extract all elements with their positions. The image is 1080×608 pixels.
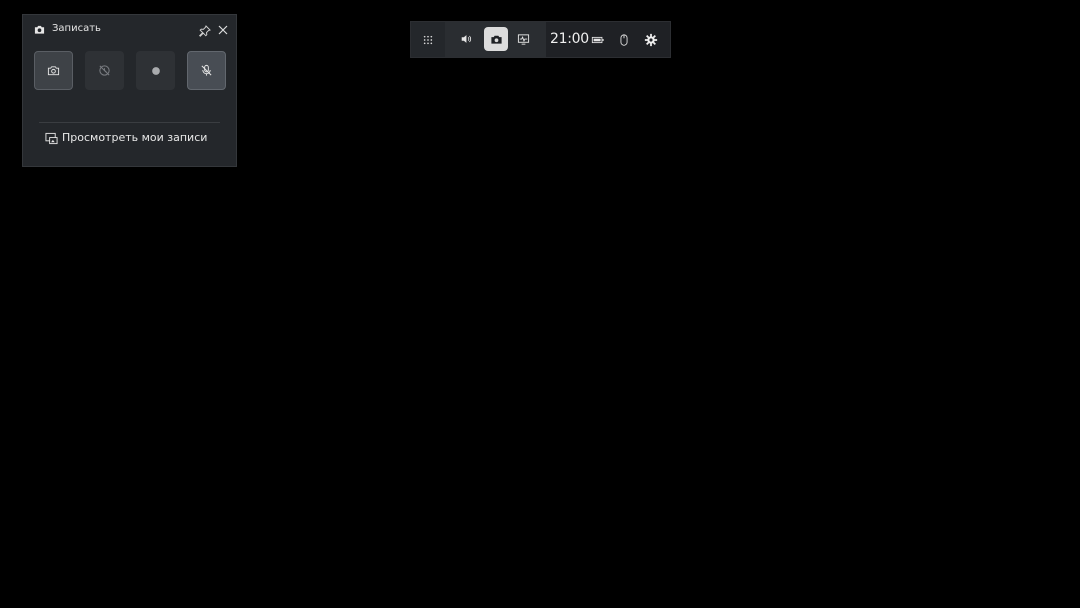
record-dot-icon bbox=[151, 66, 160, 75]
view-my-captures-label: Просмотреть мои записи bbox=[62, 131, 208, 144]
battery-icon bbox=[591, 36, 604, 44]
widget-title: Записать bbox=[52, 23, 101, 34]
pin-button[interactable] bbox=[198, 23, 212, 37]
close-icon bbox=[218, 25, 228, 35]
settings-button[interactable] bbox=[643, 32, 659, 48]
divider bbox=[39, 122, 220, 123]
start-recording-button[interactable] bbox=[136, 51, 175, 90]
camera-icon bbox=[490, 35, 502, 44]
record-history-icon bbox=[99, 65, 110, 76]
camera-icon bbox=[47, 66, 60, 76]
record-last-30s-button[interactable] bbox=[85, 51, 124, 90]
close-button[interactable] bbox=[216, 22, 230, 36]
widget-header[interactable]: Записать bbox=[23, 15, 236, 43]
gear-icon bbox=[644, 33, 658, 47]
game-bar: 21:00 bbox=[410, 21, 671, 58]
mouse-icon bbox=[620, 34, 628, 46]
microphone-toggle-button[interactable] bbox=[187, 51, 226, 90]
capture-widget-button[interactable] bbox=[484, 27, 508, 51]
gallery-icon bbox=[45, 132, 58, 144]
camera-icon bbox=[34, 25, 45, 34]
audio-widget-button[interactable] bbox=[454, 27, 478, 51]
pin-icon bbox=[198, 25, 211, 37]
capture-controls bbox=[34, 51, 226, 91]
mouse-indicator bbox=[616, 32, 632, 48]
grid-menu-icon bbox=[423, 35, 433, 44]
widget-menu-button[interactable] bbox=[411, 22, 445, 57]
performance-icon bbox=[517, 33, 529, 45]
view-my-captures-link[interactable]: Просмотреть мои записи bbox=[45, 130, 207, 146]
screenshot-button[interactable] bbox=[34, 51, 73, 90]
clock: 21:00 bbox=[550, 31, 589, 47]
battery-indicator bbox=[590, 32, 606, 48]
widget-buttons-group bbox=[445, 22, 546, 57]
capture-widget: Записать Просмотреть мои записи bbox=[22, 14, 237, 167]
speaker-icon bbox=[461, 35, 472, 43]
mic-off-icon bbox=[201, 64, 212, 76]
performance-widget-button[interactable] bbox=[511, 27, 535, 51]
